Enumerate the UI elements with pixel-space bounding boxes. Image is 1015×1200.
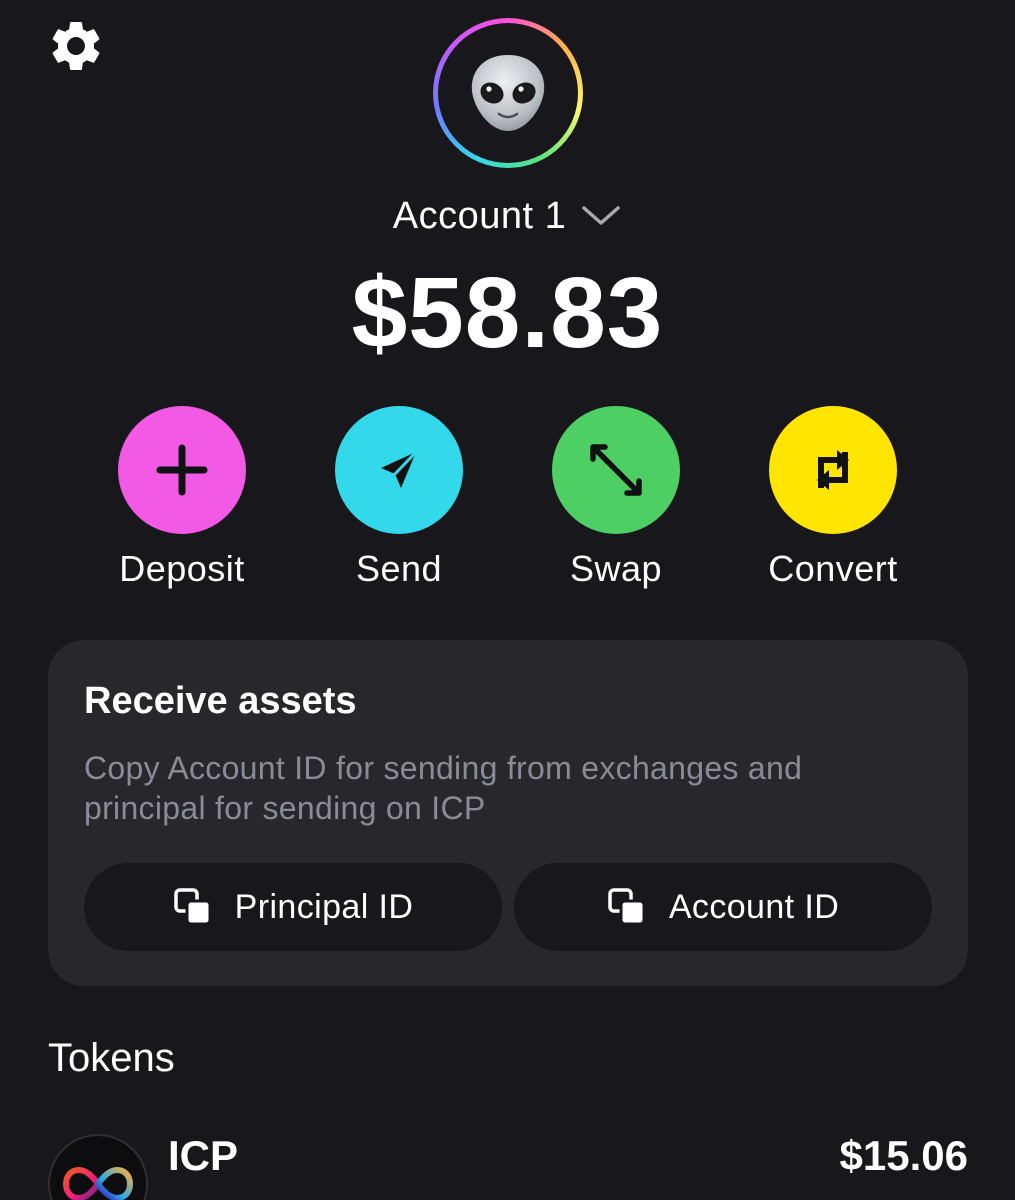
account-name: Account 1: [392, 194, 567, 237]
copy-icon: [173, 888, 212, 926]
receive-assets-description: Copy Account ID for sending from exchang…: [84, 750, 803, 826]
paper-plane-icon: [381, 450, 418, 488]
chevron-down-icon: [580, 203, 622, 234]
send-circle: [335, 406, 463, 534]
send-label: Send: [355, 548, 443, 589]
copy-icon: [608, 888, 646, 926]
convert-button[interactable]: Convert: [723, 406, 943, 590]
token-row-icp[interactable]: ICP $15.06: [48, 1130, 968, 1200]
token-name: ICP: [168, 1132, 239, 1179]
swap-arrows-icon: [590, 444, 642, 496]
deposit-label: Deposit: [119, 548, 245, 589]
copy-account-id-button[interactable]: Account ID: [514, 863, 932, 951]
account-avatar[interactable]: [433, 18, 583, 168]
gear-icon[interactable]: [46, 16, 106, 76]
convert-label: Convert: [768, 548, 898, 589]
swap-circle: [552, 406, 680, 534]
token-value: $15.06: [839, 1132, 968, 1179]
account-switcher[interactable]: Account 1: [0, 188, 1015, 244]
wallet-screen: Account 1 $58.83 Deposit Send Swap Conve…: [0, 0, 1015, 1200]
alien-avatar-icon: [438, 23, 578, 163]
convert-circle: [769, 406, 897, 534]
swap-button[interactable]: Swap: [506, 406, 726, 590]
copy-principal-id-button[interactable]: Principal ID: [84, 863, 502, 951]
principal-id-label: Principal ID: [234, 887, 414, 926]
infinity-icon: [48, 1134, 148, 1200]
total-balance: $58.83: [351, 257, 664, 369]
tokens-heading: Tokens: [48, 1036, 175, 1080]
action-buttons: Deposit Send Swap Convert: [0, 406, 1015, 606]
convert-arrows-icon: [817, 450, 849, 490]
swap-label: Swap: [569, 548, 663, 589]
deposit-button[interactable]: Deposit: [72, 406, 292, 590]
receive-assets-title: Receive assets: [84, 680, 357, 722]
send-button[interactable]: Send: [289, 406, 509, 590]
receive-assets-card: Receive assets Copy Account ID for sendi…: [48, 640, 968, 986]
account-id-label: Account ID: [668, 887, 840, 926]
plus-icon: [156, 444, 208, 496]
deposit-circle: [118, 406, 246, 534]
